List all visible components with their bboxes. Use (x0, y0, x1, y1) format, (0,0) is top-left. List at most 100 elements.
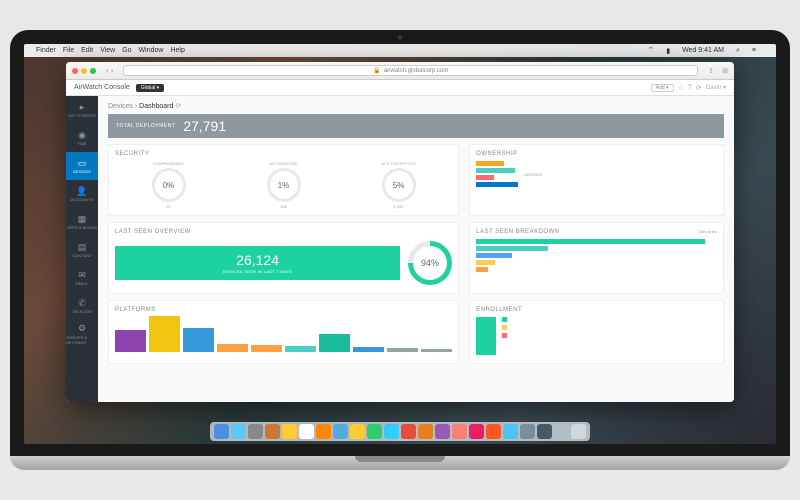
dock-app-icon[interactable] (316, 424, 331, 439)
legend-item (502, 317, 507, 323)
breadcrumb-parent[interactable]: Devices (108, 103, 133, 110)
sidebar-item-groups-settings[interactable]: ⚙GROUPS & SETTINGS (66, 320, 98, 348)
menubar-app[interactable]: Finder (36, 47, 56, 54)
sidebar-item-hub[interactable]: ◉HUB (66, 124, 98, 152)
dock-app-icon[interactable] (231, 424, 246, 439)
org-selector[interactable]: Global ▾ (136, 84, 164, 92)
back-button[interactable]: ‹ (106, 66, 109, 75)
sidebar-item-get-started[interactable]: ▸GET STARTED (66, 96, 98, 124)
app-body: ▸GET STARTED◉HUB▭DEVICES👤ACCOUNTS▦APPS &… (66, 96, 734, 402)
card-title: SECURITY (115, 151, 452, 157)
desktop: Finder File Edit View Go Window Help ⌔ ▮… (24, 44, 776, 444)
dock-app-icon[interactable] (554, 424, 569, 439)
ownership-bar (476, 161, 504, 166)
dock-app-icon[interactable] (486, 424, 501, 439)
sidebar-label: APPS & BOOKS (67, 225, 97, 230)
laptop-base (10, 456, 790, 470)
sidebar-item-accounts[interactable]: 👤ACCOUNTS (66, 180, 98, 208)
security-metric: NOT ENCRYPTED5%1,352 (382, 161, 416, 209)
dock-app-icon[interactable] (248, 424, 263, 439)
menu-icon[interactable]: ≡ (752, 47, 756, 54)
dock-app-icon[interactable] (503, 424, 518, 439)
menubar-item[interactable]: Window (139, 47, 164, 54)
sidebar-label: DEVICES (73, 169, 91, 174)
menubar-item[interactable]: View (100, 47, 115, 54)
battery-icon[interactable]: ▮ (666, 47, 670, 55)
dock-app-icon[interactable] (265, 424, 280, 439)
dock-app-icon[interactable] (282, 424, 297, 439)
platform-bar: ▫ (217, 344, 248, 357)
minimize-button[interactable] (81, 68, 87, 74)
dock-app-icon[interactable] (571, 424, 586, 439)
bar-label: ▫ (164, 353, 165, 357)
sidebar-item-devices[interactable]: ▭DEVICES (66, 152, 98, 180)
browser-toolbar: ‹ › 🔒 airwatch.globalcorp.com ⇪ ⊞ (66, 62, 734, 80)
bar-label: ▫ (130, 353, 131, 357)
enrollment-card: ENROLLMENT (469, 300, 724, 364)
bar-label: ▫ (266, 353, 267, 357)
breadcrumb: Devices › Dashboard ⟳ (108, 102, 724, 110)
donut-chart: 0% (152, 168, 186, 202)
share-icon[interactable]: ⇪ (708, 67, 714, 75)
refresh-icon[interactable]: ⟳ (696, 84, 702, 92)
dock-app-icon[interactable] (418, 424, 433, 439)
add-button[interactable]: Add ▾ (651, 84, 674, 92)
bar-label: ▫ (300, 353, 301, 357)
maximize-button[interactable] (90, 68, 96, 74)
close-button[interactable] (72, 68, 78, 74)
total-value: 27,791 (183, 118, 226, 134)
dock-app-icon[interactable] (350, 424, 365, 439)
menubar-item[interactable]: File (63, 47, 74, 54)
breakdown-axis: Devices (699, 229, 717, 235)
help-icon[interactable]: ? (688, 84, 692, 91)
sidebar-item-apps-books[interactable]: ▦APPS & BOOKS (66, 208, 98, 236)
sidebar-item-telecom[interactable]: ✆TELECOM (66, 292, 98, 320)
bar-fill (353, 347, 384, 352)
bar-fill (421, 349, 452, 352)
refresh-icon[interactable]: ⟳ (175, 103, 181, 110)
url-bar[interactable]: 🔒 airwatch.globalcorp.com (123, 65, 698, 76)
ownership-card: OWNERSHIP DEVICES (469, 144, 724, 216)
user-menu[interactable]: Gavin ▾ (706, 84, 726, 91)
legend-item (502, 325, 507, 331)
lastseen-card: LAST SEEN OVERVIEW 26,124 DEVICES SEEN I… (108, 222, 459, 294)
star-icon[interactable]: ☆ (678, 84, 684, 92)
sidebar-item-content[interactable]: ▤CONTENT (66, 236, 98, 264)
donut-chart: 1% (267, 168, 301, 202)
dock-app-icon[interactable] (401, 424, 416, 439)
bar-fill (387, 348, 418, 352)
bar-label: ▫ (402, 353, 403, 357)
metric-label: NO PASSCODE (267, 161, 301, 166)
lastseen-pct-donut: 94% (399, 232, 461, 294)
tabs-icon[interactable]: ⊞ (722, 67, 728, 75)
dock-app-icon[interactable] (214, 424, 229, 439)
search-icon[interactable]: ⌕ (736, 47, 740, 55)
forward-button[interactable]: › (111, 66, 114, 75)
menubar-item[interactable]: Edit (81, 47, 93, 54)
card-title: LAST SEEN OVERVIEW (115, 229, 452, 235)
menubar-item[interactable]: Help (170, 47, 184, 54)
bar-label: ▫ (368, 353, 369, 357)
dock-app-icon[interactable] (452, 424, 467, 439)
breakdown-card: LAST SEEN BREAKDOWNDevices (469, 222, 724, 294)
content: Devices › Dashboard ⟳ TOTAL DEPLOYMENT 2… (98, 96, 734, 402)
sidebar-item-email[interactable]: ✉EMAIL (66, 264, 98, 292)
dock-app-icon[interactable] (367, 424, 382, 439)
dock-app-icon[interactable] (469, 424, 484, 439)
dock-app-icon[interactable] (333, 424, 348, 439)
dock (210, 422, 590, 441)
dock-app-icon[interactable] (435, 424, 450, 439)
enrollment-bar (476, 317, 496, 355)
menubar-item[interactable]: Go (122, 47, 131, 54)
wifi-icon[interactable]: ⌔ (648, 46, 655, 55)
metric-label: NOT ENCRYPTED (382, 161, 416, 166)
clock[interactable]: Wed 9:41 AM (682, 47, 724, 54)
dock-app-icon[interactable] (384, 424, 399, 439)
dock-app-icon[interactable] (299, 424, 314, 439)
dock-app-icon[interactable] (537, 424, 552, 439)
breadcrumb-current: Dashboard (139, 103, 173, 110)
sidebar-icon: ◉ (77, 130, 87, 140)
dock-app-icon[interactable] (520, 424, 535, 439)
breakdown-bar (476, 246, 548, 251)
metric-sub: 398 (267, 204, 301, 209)
